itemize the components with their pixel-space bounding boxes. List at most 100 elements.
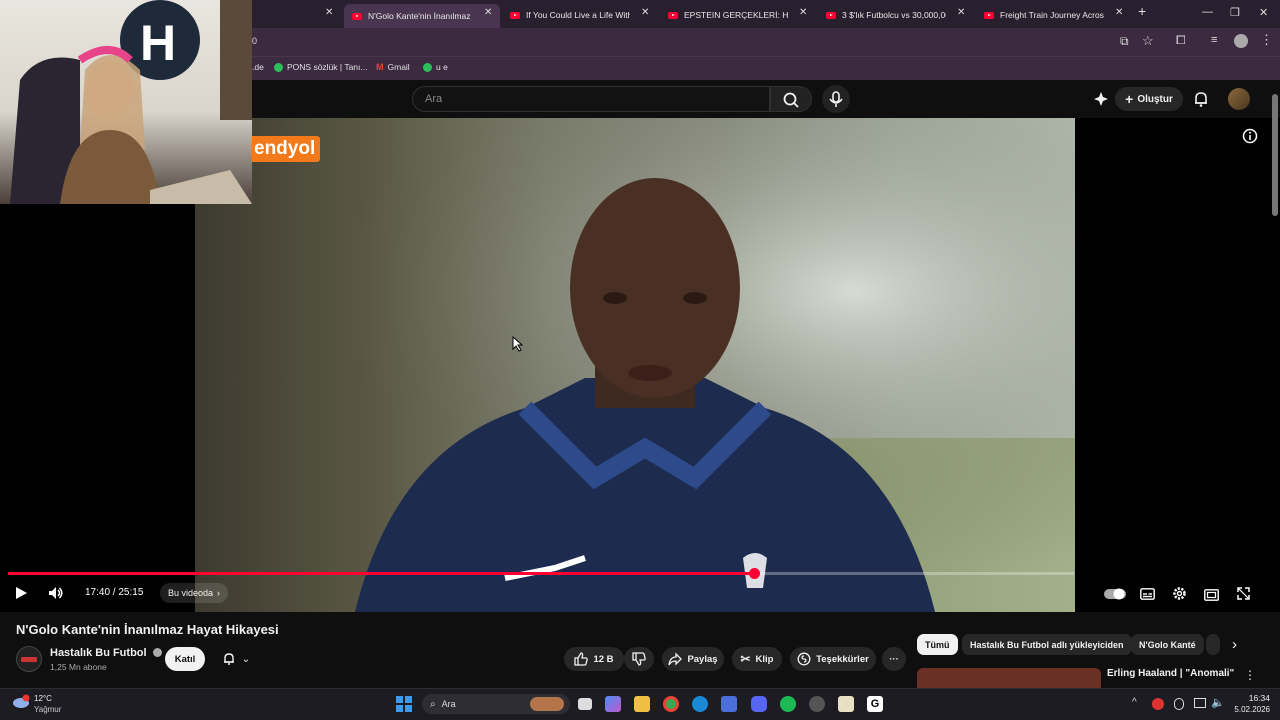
- progress-played[interactable]: [8, 572, 755, 575]
- bookmark-pons[interactable]: PONS sözlük | Tanı...: [274, 62, 367, 72]
- chip-uploader[interactable]: Hastalık Bu Futbol adlı yükleyiciden: [962, 634, 1132, 655]
- tab[interactable]: If You Could Live a Life Without: [502, 4, 638, 26]
- clip-button[interactable]: ✂ Klip: [732, 647, 782, 671]
- tab-close-icon[interactable]: ✕: [799, 7, 807, 18]
- chrome-icon[interactable]: [663, 696, 679, 712]
- tray-mic-icon[interactable]: [1174, 698, 1184, 710]
- new-tab-icon[interactable]: +: [1138, 3, 1146, 19]
- svg-text:H: H: [140, 15, 176, 71]
- spotify-icon[interactable]: [780, 696, 796, 712]
- tray-display-icon[interactable]: [1194, 698, 1206, 708]
- tab-title: Freight Train Journey Across No: [1000, 10, 1104, 20]
- upload-sparkle-button[interactable]: [1092, 90, 1110, 113]
- settings-button[interactable]: [1172, 586, 1187, 606]
- super-thanks-icon: [797, 652, 811, 666]
- miniplayer-icon: [1204, 589, 1219, 601]
- windows-start-icon[interactable]: [396, 696, 412, 712]
- clock-date[interactable]: 5.02.2026: [1220, 705, 1270, 714]
- tab-close-icon[interactable]: ✕: [1115, 7, 1123, 18]
- microphone-icon: [829, 91, 843, 107]
- media-control-icon[interactable]: ≡: [1211, 34, 1217, 46]
- streamer-webcam-image: H: [10, 0, 252, 204]
- install-icon[interactable]: ⧉: [1120, 34, 1129, 49]
- play-button[interactable]: [14, 586, 28, 605]
- subscription-bell-button[interactable]: ⌄: [213, 647, 259, 671]
- file-explorer-icon[interactable]: [634, 696, 650, 712]
- extensions-icon[interactable]: ⧠: [1176, 33, 1186, 48]
- url-text[interactable]: 0: [252, 36, 257, 46]
- tab-close-icon[interactable]: ✕: [957, 7, 965, 18]
- bookmark-star-icon[interactable]: ☆: [1142, 33, 1154, 49]
- thanks-button[interactable]: Teşekkürler: [790, 647, 876, 671]
- chip-topic[interactable]: N'Golo Kanté: [1131, 634, 1204, 655]
- tab-title: EPSTEIN GERÇEKLERİ: Her Şey: [684, 10, 788, 20]
- miniplayer-button[interactable]: [1204, 588, 1219, 606]
- recommended-thumbnail[interactable]: [917, 668, 1101, 688]
- close-window-icon[interactable]: ✕: [1259, 6, 1268, 19]
- volume-button[interactable]: [48, 586, 64, 605]
- tab[interactable]: Freight Train Journey Across No: [976, 4, 1112, 26]
- plus-icon: +: [1125, 91, 1134, 107]
- create-button[interactable]: + Oluştur: [1115, 87, 1183, 111]
- dislike-button[interactable]: [624, 647, 654, 671]
- channel-name[interactable]: Hastalık Bu Futbol: [50, 647, 147, 659]
- g-app-icon[interactable]: G: [867, 696, 883, 712]
- obs-icon[interactable]: [809, 696, 825, 712]
- like-button[interactable]: 12 B: [564, 647, 624, 671]
- info-button[interactable]: [1242, 128, 1258, 149]
- bookmark-label: Gmail: [387, 62, 410, 72]
- bell-icon: [1195, 92, 1207, 107]
- verified-icon: [152, 648, 162, 657]
- voice-search-button[interactable]: [822, 85, 850, 113]
- info-icon: [1242, 128, 1258, 144]
- tab-active[interactable]: N'Golo Kante'nin İnanılmaz: [344, 4, 500, 28]
- scrollbar-thumb[interactable]: [1272, 94, 1278, 216]
- youtube-icon: [510, 11, 520, 19]
- tab-close-icon[interactable]: ✕: [641, 7, 649, 18]
- autoplay-toggle[interactable]: [1104, 587, 1126, 605]
- task-view-icon[interactable]: [578, 698, 592, 710]
- restore-icon[interactable]: ❐: [1230, 6, 1240, 19]
- recommended-title[interactable]: Erling Haaland | "Anomali": [1107, 668, 1234, 679]
- store-icon[interactable]: [721, 696, 737, 712]
- join-button[interactable]: Katıl: [165, 647, 205, 671]
- gear-icon: [1173, 587, 1186, 600]
- edge-icon[interactable]: [692, 696, 708, 712]
- tray-app-icon[interactable]: [1152, 698, 1164, 710]
- bookmark-item[interactable]: u e: [423, 62, 448, 72]
- chip-partial[interactable]: [1206, 634, 1220, 655]
- tab[interactable]: 3 $'lık Futbolcu vs 30,000,000 $: [818, 4, 954, 26]
- fullscreen-button[interactable]: [1237, 587, 1250, 605]
- taskbar-search[interactable]: ⌕ Ara: [422, 694, 570, 714]
- profile-icon[interactable]: [1234, 34, 1248, 48]
- notifications-button[interactable]: [1192, 90, 1210, 113]
- channel-name-row[interactable]: Hastalık Bu Futbol: [50, 647, 162, 659]
- more-actions-button[interactable]: ···: [882, 647, 906, 671]
- like-count: 12 B: [593, 653, 614, 665]
- tab[interactable]: EPSTEIN GERÇEKLERİ: Her Şey: [660, 4, 796, 26]
- app-icon[interactable]: [838, 696, 854, 712]
- search-icon: [783, 92, 799, 108]
- discord-icon[interactable]: [751, 696, 767, 712]
- search-input[interactable]: Ara: [412, 86, 770, 112]
- bookmark-gmail[interactable]: M Gmail: [376, 62, 410, 72]
- tray-chevron-icon[interactable]: ^: [1132, 697, 1137, 708]
- menu-icon[interactable]: ⋮: [1260, 32, 1273, 48]
- share-button[interactable]: Paylaş: [662, 647, 724, 671]
- taskbar-search-label: Ara: [441, 699, 456, 709]
- account-avatar[interactable]: [1228, 88, 1250, 110]
- recommended-menu-icon[interactable]: ⋮: [1244, 668, 1256, 682]
- video-frame[interactable]: [195, 118, 1075, 612]
- chevron-right-icon[interactable]: ›: [1232, 636, 1237, 653]
- copilot-icon[interactable]: [605, 696, 621, 712]
- channel-avatar[interactable]: [16, 646, 42, 672]
- chip-all[interactable]: Tümü: [917, 634, 958, 655]
- bookmark-item[interactable]: .de: [252, 62, 264, 72]
- tab-close-icon[interactable]: ✕: [484, 7, 492, 18]
- search-button[interactable]: [770, 86, 812, 112]
- subtitles-button[interactable]: [1140, 587, 1155, 605]
- clock-time[interactable]: 16:34: [1230, 693, 1270, 703]
- tab-close-icon[interactable]: ✕: [325, 7, 333, 18]
- minimize-icon[interactable]: —: [1202, 6, 1213, 18]
- chapter-button[interactable]: Bu videoda ›: [160, 583, 229, 603]
